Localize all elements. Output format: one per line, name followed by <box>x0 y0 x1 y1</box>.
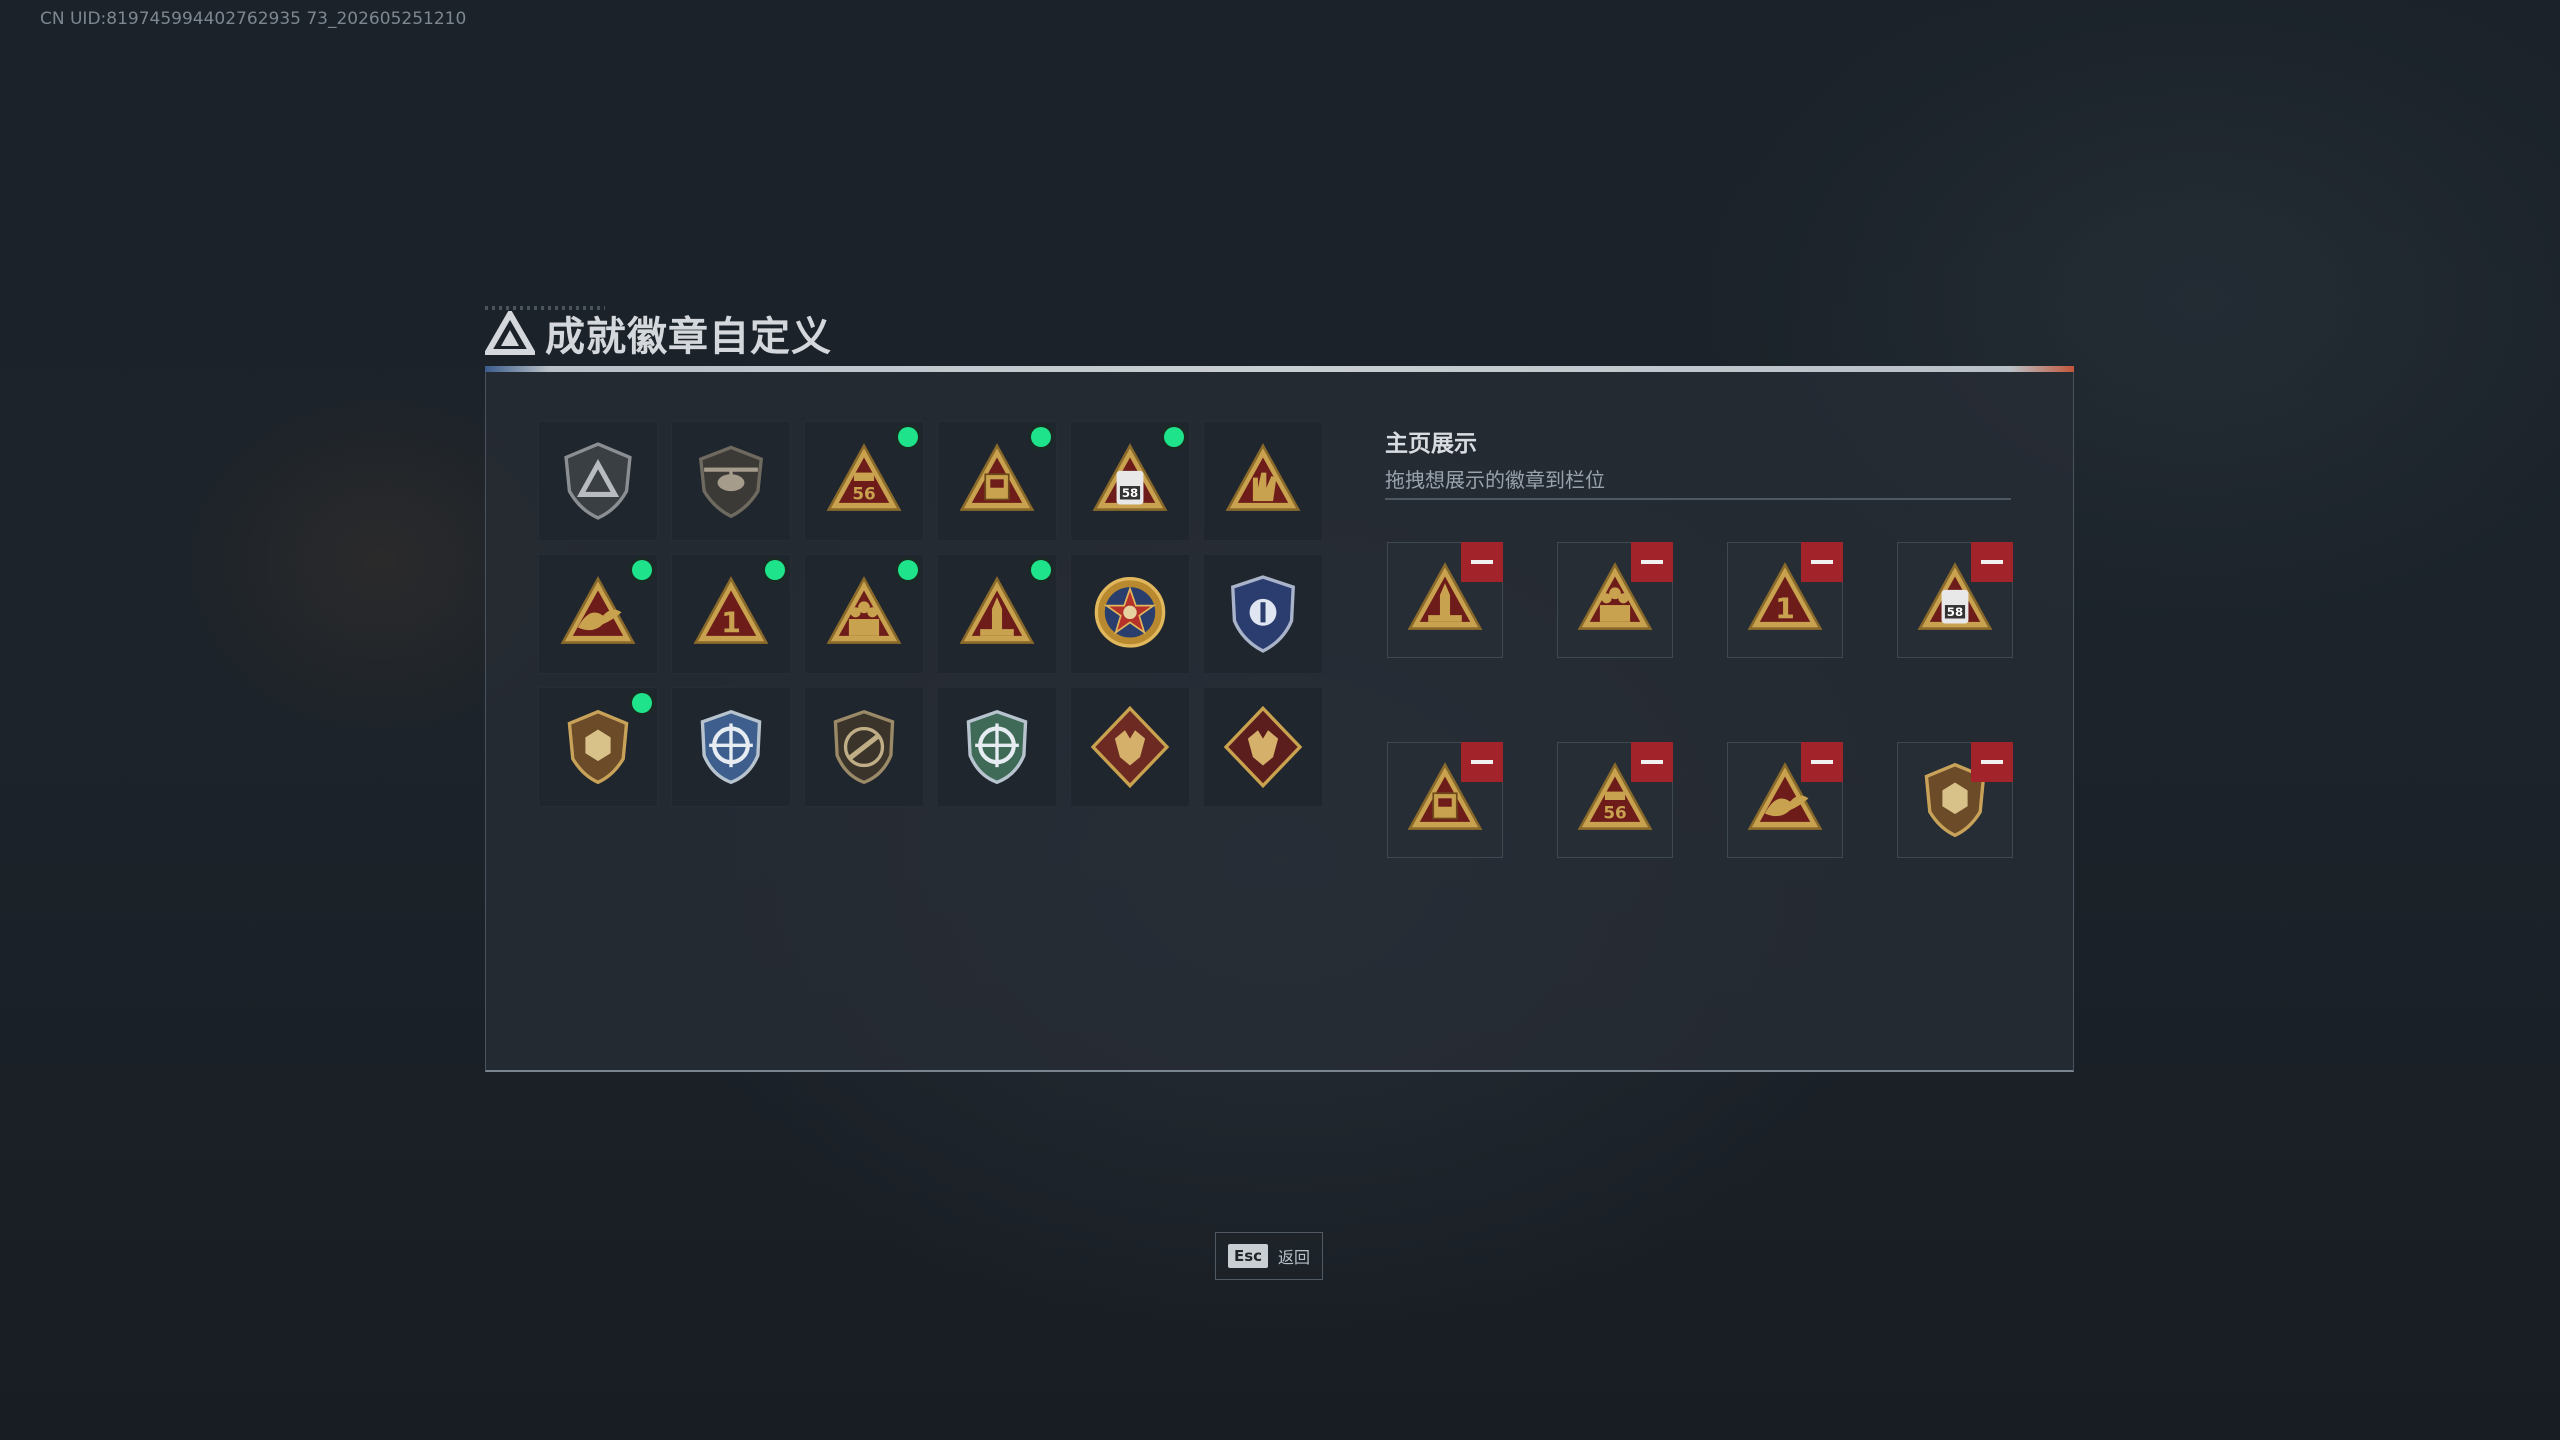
badge-cell[interactable] <box>1203 421 1323 541</box>
showcase-slot[interactable]: 56 <box>1557 742 1673 858</box>
showcase-header: 主页展示 拖拽想展示的徽章到栏位 <box>1385 424 1605 493</box>
showcase-slot[interactable] <box>1557 542 1673 658</box>
new-indicator-dot <box>765 560 785 580</box>
remove-badge-button[interactable] <box>1801 542 1843 582</box>
back-button[interactable]: Esc 返回 <box>1215 1232 1323 1280</box>
remove-badge-button[interactable] <box>1461 742 1503 782</box>
uid-label: CN UID:819745994402762935 73_20260525121… <box>40 9 467 29</box>
page-title-group: 成就徽章自定义 <box>485 304 832 362</box>
badge-cell[interactable] <box>804 687 924 807</box>
new-indicator-dot <box>1031 427 1051 447</box>
remove-badge-button[interactable] <box>1971 542 2013 582</box>
new-indicator-dot <box>1164 427 1184 447</box>
new-indicator-dot <box>898 427 918 447</box>
showcase-divider <box>1385 498 2011 500</box>
minus-icon <box>1811 560 1833 564</box>
remove-badge-button[interactable] <box>1461 542 1503 582</box>
new-indicator-dot <box>898 560 918 580</box>
blue-shield-emblem-icon <box>1231 575 1295 653</box>
badge-grid: 56 58 1 <box>538 421 1323 807</box>
shield-delta-icon <box>564 442 632 520</box>
page-title: 成就徽章自定义 <box>545 314 832 360</box>
back-label: 返回 <box>1278 1248 1311 1267</box>
helicopter-shield-icon <box>698 445 764 519</box>
dragon-diamond-icon <box>1223 705 1303 789</box>
crosshair-wreath-green-icon <box>966 709 1028 785</box>
svg-text:58: 58 <box>1947 605 1963 619</box>
delta-logo-icon <box>485 311 535 355</box>
badge-cell[interactable]: 56 <box>804 421 924 541</box>
star-medal-icon <box>1094 577 1166 648</box>
minus-icon <box>1811 760 1833 764</box>
showcase-slot[interactable] <box>1387 742 1503 858</box>
showcase-slot[interactable] <box>1387 542 1503 658</box>
minus-icon <box>1471 760 1493 764</box>
badge-cell[interactable]: 58 <box>1070 421 1190 541</box>
showcase-slot[interactable] <box>1897 742 2013 858</box>
showcase-slot[interactable]: 1 <box>1727 542 1843 658</box>
triangle-number-one-icon: 1 <box>693 576 769 644</box>
triangle-rocket-icon <box>959 576 1035 644</box>
showcase-slot[interactable] <box>1727 742 1843 858</box>
badge-cell[interactable] <box>1070 554 1190 674</box>
badge-cell[interactable] <box>937 554 1057 674</box>
minus-icon <box>1641 760 1663 764</box>
minus-icon <box>1981 760 2003 764</box>
badge-cell[interactable] <box>804 554 924 674</box>
new-indicator-dot <box>632 693 652 713</box>
remove-badge-button[interactable] <box>1971 742 2013 782</box>
badge-cell[interactable] <box>671 421 791 541</box>
new-indicator-dot <box>1031 560 1051 580</box>
rifle-shield-icon <box>833 709 895 785</box>
panel-top-bar <box>485 366 2074 372</box>
new-indicator-dot <box>632 560 652 580</box>
badge-cell[interactable] <box>937 421 1057 541</box>
wolf-diamond-icon <box>1090 705 1170 789</box>
esc-key: Esc <box>1227 1244 1269 1268</box>
triangle-58-icon: 58 <box>1092 443 1168 511</box>
minus-icon <box>1981 560 2003 564</box>
minus-icon <box>1471 560 1493 564</box>
remove-badge-button[interactable] <box>1631 742 1673 782</box>
remove-badge-button[interactable] <box>1801 742 1843 782</box>
badge-cell[interactable] <box>671 687 791 807</box>
svg-text:1: 1 <box>1775 591 1795 625</box>
triangle-squad-icon <box>826 576 902 644</box>
remove-badge-button[interactable] <box>1631 542 1673 582</box>
triangle-56-icon: 56 <box>826 443 902 511</box>
triangle-hand-icon <box>1225 443 1301 511</box>
showcase-subtitle: 拖拽想展示的徽章到栏位 <box>1385 468 1605 492</box>
svg-text:56: 56 <box>1603 802 1626 822</box>
triangle-bird-icon <box>560 576 636 644</box>
showcase-slots: 1 58 56 <box>1387 542 2013 858</box>
svg-text:56: 56 <box>852 483 875 503</box>
badge-cell[interactable] <box>538 687 658 807</box>
badge-cell[interactable] <box>538 554 658 674</box>
badge-cell[interactable] <box>937 687 1057 807</box>
showcase-slot[interactable]: 58 <box>1897 542 2013 658</box>
svg-text:58: 58 <box>1122 486 1138 500</box>
triangle-crate-icon <box>959 443 1035 511</box>
badge-cell[interactable] <box>1203 687 1323 807</box>
showcase-title: 主页展示 <box>1385 431 1477 457</box>
hex-crest-shield-icon <box>567 709 629 785</box>
badge-cell[interactable] <box>1070 687 1190 807</box>
badge-cell[interactable] <box>1203 554 1323 674</box>
minus-icon <box>1641 560 1663 564</box>
svg-text:1: 1 <box>721 605 741 639</box>
badge-cell[interactable] <box>538 421 658 541</box>
crosshair-wreath-blue-icon <box>700 709 762 785</box>
badge-cell[interactable]: 1 <box>671 554 791 674</box>
